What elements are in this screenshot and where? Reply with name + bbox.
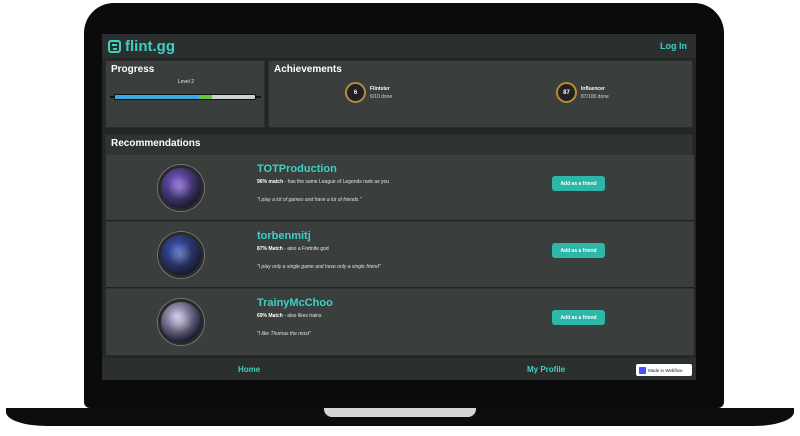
match-reason: - also a Fortnite god [282, 246, 329, 252]
user-quote: "I like Thomas the most" [257, 331, 311, 337]
achievement-name: Flintster [370, 85, 390, 92]
match-reason: - also likes trains [282, 313, 322, 319]
brand-logo[interactable]: flint.gg [108, 38, 175, 55]
add-friend-button[interactable]: Add as a friend [552, 243, 605, 258]
progress-bar-highlight [199, 95, 212, 99]
match-reason: - has the same League of Legends rank as… [283, 179, 390, 185]
match-percent: 87% Match [257, 246, 283, 252]
match-info: 87% Match - also a Fortnite god [257, 246, 329, 252]
user-name[interactable]: torbenmitj [257, 230, 311, 242]
user-quote: "I play only a single game and have only… [257, 264, 381, 270]
achievement-status: 6/10 done [370, 93, 393, 100]
login-link[interactable]: Log In [660, 41, 687, 51]
webflow-icon [639, 366, 646, 374]
match-info: 96% match - has the same League of Legen… [257, 179, 389, 185]
achievement-name: Influencer [581, 85, 605, 92]
add-friend-button[interactable]: Add as a friend [552, 176, 605, 191]
app-screen: flint.gg Log In Progress Level 2 Achieve… [102, 34, 696, 380]
match-percent: 69% Match [257, 313, 283, 319]
achievements-panel: Achievements 6 Flintster 6/10 done 87 In… [268, 60, 693, 128]
achievement-influencer[interactable]: 87 Influencer 87/100 done [556, 82, 609, 103]
achievement-flintster[interactable]: 6 Flintster 6/10 done [345, 82, 392, 103]
match-info: 69% Match - also likes trains [257, 313, 321, 319]
webflow-badge-label: Made in Webflow [648, 367, 683, 373]
achievements-title: Achievements [274, 64, 342, 75]
top-nav: flint.gg Log In [102, 34, 696, 58]
progress-bar [114, 94, 256, 100]
laptop-notch [324, 408, 476, 417]
brand-name: flint.gg [125, 37, 175, 55]
progress-title: Progress [111, 64, 155, 75]
recommendation-row: TrainyMcChoo 69% Match - also likes trai… [106, 289, 694, 355]
webflow-badge[interactable]: Made in Webflow [636, 364, 692, 376]
user-avatar[interactable] [158, 165, 204, 211]
user-name[interactable]: TOTProduction [257, 163, 337, 175]
progress-bar-fill [115, 95, 199, 99]
recommendation-row: torbenmitj 87% Match - also a Fortnite g… [106, 222, 694, 288]
match-percent: 96% match [257, 179, 284, 185]
recommendations-panel: Recommendations TOTProduction 96% match … [105, 134, 694, 356]
my-profile-link[interactable]: My Profile [527, 365, 565, 374]
footer-nav: Home My Profile Made in Webflow [102, 358, 696, 380]
user-avatar[interactable] [158, 232, 204, 278]
progress-bar-right-cap [256, 96, 261, 98]
user-avatar[interactable] [158, 299, 204, 345]
level-label: Level 2 [177, 79, 195, 85]
add-friend-button[interactable]: Add as a friend [552, 310, 605, 325]
recommendation-row: TOTProduction 96% match - has the same L… [106, 155, 694, 221]
achievement-status: 87/100 done [581, 93, 609, 100]
recommendations-title: Recommendations [111, 138, 201, 149]
flint-ring-icon: 6 [345, 82, 366, 103]
influencer-ring-icon: 87 [556, 82, 577, 103]
progress-panel: Progress Level 2 [105, 60, 265, 128]
user-name[interactable]: TrainyMcChoo [257, 297, 333, 309]
user-quote: "I play a lot of games and have a lot of… [257, 197, 362, 203]
home-link[interactable]: Home [238, 365, 260, 374]
flint-logo-icon [108, 39, 121, 53]
